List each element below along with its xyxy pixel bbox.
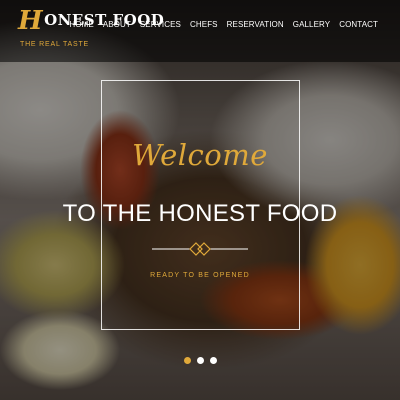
slider-pagination <box>0 357 400 364</box>
hero-headline: TO THE HONEST FOOD <box>62 200 338 227</box>
brand-tagline: THE REAL TASTE <box>20 41 90 48</box>
nav-item-services[interactable]: SERVICES <box>140 20 181 29</box>
nav-item-gallery[interactable]: GALLERY <box>293 20 330 29</box>
main-nav: HOME ABOUT SERVICES CHEFS RESERVATION GA… <box>69 20 378 29</box>
brand-initial: H <box>18 6 44 36</box>
hero-subtitle: READY TO BE OPENED <box>150 272 250 279</box>
nav-item-chefs[interactable]: CHEFS <box>190 20 218 29</box>
nav-item-reservation[interactable]: RESERVATION <box>227 20 284 29</box>
slider-dot-1[interactable] <box>183 357 191 364</box>
nav-item-contact[interactable]: CONTACT <box>339 20 378 29</box>
ornament-divider-icon <box>152 242 248 256</box>
slider-dot-3[interactable] <box>209 357 217 364</box>
slider-dot-2[interactable] <box>196 357 204 364</box>
nav-item-about[interactable]: ABOUT <box>103 20 131 29</box>
hero-welcome-text: Welcome <box>132 138 268 172</box>
nav-item-home[interactable]: HOME <box>69 20 93 29</box>
